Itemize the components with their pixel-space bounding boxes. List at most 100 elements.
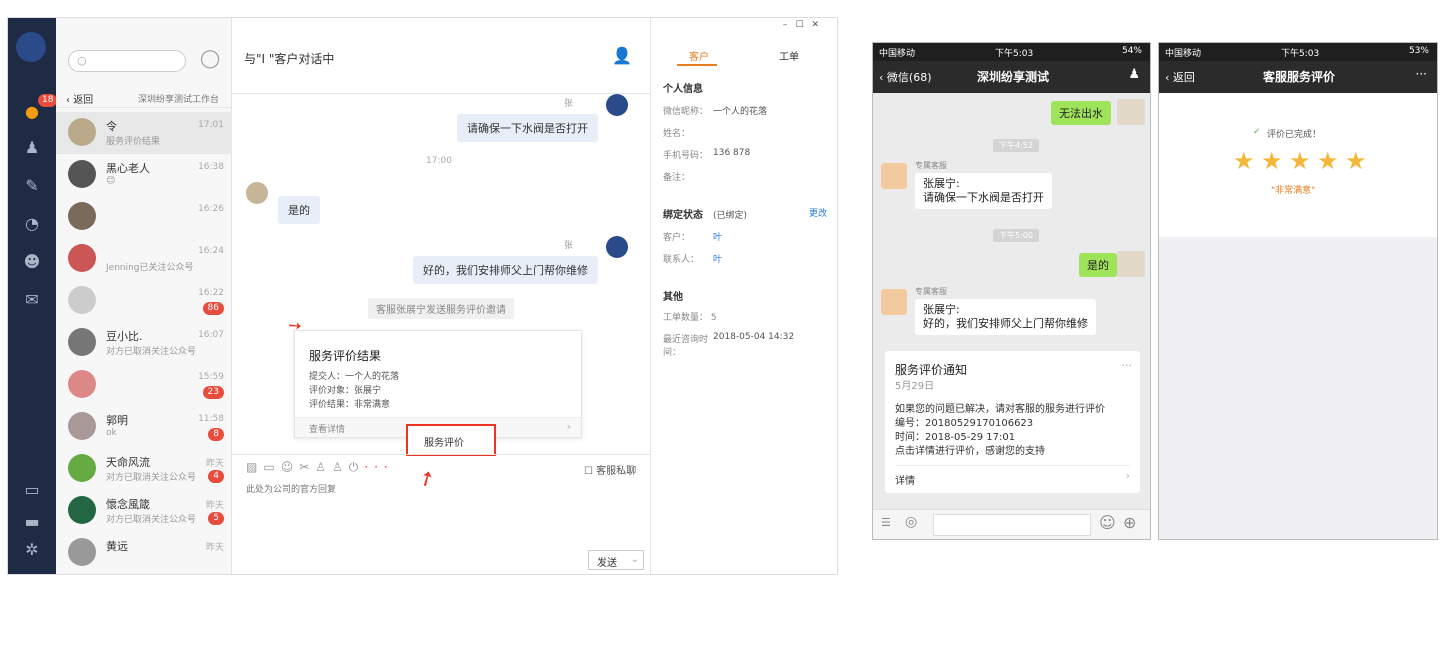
card-body: 如果您的问题已解决，请对客服的服务进行评价 编号：201805291701066…: [895, 403, 1105, 459]
conversation-time: 昨天: [205, 543, 224, 553]
conversation-item[interactable]: 黄远 昨天: [56, 532, 232, 574]
emoji-icon[interactable]: ☺: [1099, 513, 1116, 532]
more-icon[interactable]: ···: [1416, 67, 1427, 81]
settings-icon[interactable]: ✲: [22, 540, 42, 560]
close-button[interactable]: ✕: [811, 20, 827, 30]
chat-message: 是的: [1079, 253, 1117, 277]
evaluation-notice-card[interactable]: 服务评价通知 ··· 5月29日 如果您的问题已解决，请对客服的服务进行评价 编…: [885, 351, 1140, 493]
conversation-preview: 对方已取消关注公众号: [106, 515, 197, 525]
app-icon[interactable]: ☻: [22, 252, 42, 272]
red-arrow-annotation: ➚: [413, 463, 440, 493]
conversation-time: 15:59: [198, 372, 224, 382]
search-input[interactable]: ○: [68, 50, 186, 72]
profile-icon[interactable]: ♟: [1128, 67, 1140, 82]
conversation-item[interactable]: 郭明 ok 11:58 8: [56, 406, 232, 448]
card-result: 评价结果：非常满意: [309, 400, 391, 410]
back-label: 微信(68): [886, 71, 932, 84]
unread-count: 5: [208, 512, 224, 525]
card-line: 编号：20180529170106623: [895, 418, 1034, 429]
edit-icon[interactable]: ✎: [22, 176, 42, 196]
conversation-item[interactable]: 16:26: [56, 196, 232, 238]
conversation-name: 天命风流: [106, 456, 150, 469]
private-chat-toggle[interactable]: ☐ 客服私聊: [584, 462, 636, 477]
cut-icon[interactable]: ✂: [299, 460, 315, 474]
conversation-item[interactable]: Jenning已关注公众号 16:24: [56, 238, 232, 280]
chevron-down-icon: ⌄: [630, 554, 639, 565]
user-avatar[interactable]: [16, 32, 46, 62]
conversation-item[interactable]: 15:59 23: [56, 364, 232, 406]
avatar: [68, 202, 96, 230]
conversation-item[interactable]: 天命风流 对方已取消关注公众号 昨天 4: [56, 448, 232, 490]
avatar: [68, 412, 96, 440]
conversation-item[interactable]: 16:22 86: [56, 280, 232, 322]
conversation-time: 昨天: [205, 459, 224, 469]
message-input[interactable]: [933, 514, 1091, 536]
mail-icon[interactable]: ✉: [22, 290, 42, 310]
contacts-icon[interactable]: ♟: [22, 138, 42, 158]
conversation-time: 16:07: [198, 330, 224, 340]
back-button[interactable]: ‹ 微信(68): [879, 69, 932, 85]
nav-title: 深圳纷享测试: [977, 70, 1050, 84]
menu-icon[interactable]: ☰: [881, 516, 891, 529]
user-add-icon[interactable]: ♙: [332, 460, 349, 474]
card-line: 时间：2018-05-29 17:01: [895, 432, 1016, 443]
star-icon: ★: [1345, 147, 1367, 175]
window-icon[interactable]: ▭: [22, 480, 42, 500]
stats-icon[interactable]: ◔: [22, 214, 42, 234]
chat-message: 好的，我们安排师父上门帮你维修: [413, 256, 598, 284]
conversation-item[interactable]: 黑心老人 😊 16:38: [56, 154, 232, 196]
plus-icon[interactable]: ⊕: [1123, 513, 1136, 532]
image-icon[interactable]: ▨: [246, 460, 263, 474]
carrier: 中国移动: [1165, 49, 1202, 59]
ticket-count: 工单数量： 5: [663, 313, 717, 323]
wechat-value: 一个人的花落: [713, 107, 768, 117]
chat-panel: 与"I "客户对话中 👤 张 请确保一下水阀是否打开 17:00 是的 张 好的…: [232, 18, 650, 574]
change-link[interactable]: 更改: [809, 206, 827, 219]
unread-count: 8: [208, 428, 224, 441]
minimize-button[interactable]: –: [783, 20, 796, 30]
card-detail-link[interactable]: 详情: [895, 472, 915, 487]
avatar: [68, 454, 96, 482]
msg-sender: 张展宁:: [923, 303, 960, 316]
voice-icon[interactable]: ◎: [905, 514, 917, 530]
private-label: 客服私聊: [596, 466, 637, 477]
user-avatar: [1117, 99, 1145, 125]
customer-avatar: [246, 182, 268, 204]
user-icon[interactable]: ♙: [315, 460, 332, 474]
tab-ticket[interactable]: 工单: [779, 48, 799, 63]
file-icon[interactable]: ▭: [263, 460, 280, 474]
power-icon[interactable]: ⏻: [349, 460, 365, 474]
evaluation-result-card: 服务评价结果 提交人：一个人的花落 评价对象：张展宁 评价结果：非常满意 查看详…: [294, 330, 582, 438]
conversation-name: 令: [106, 120, 117, 133]
unread-count: 86: [202, 302, 224, 315]
more-icon[interactable]: ···: [364, 460, 393, 474]
customer-label: 客户：: [663, 233, 691, 243]
conversation-name: 懷念風箴: [106, 498, 150, 511]
conversation-time: 16:38: [198, 162, 224, 172]
conversation-item[interactable]: 豆小比. 对方已取消关注公众号 16:07: [56, 322, 232, 364]
reply-input[interactable]: 此处为公司的官方回复: [246, 482, 336, 495]
add-chat-icon[interactable]: ◯: [200, 48, 220, 69]
agent-name: 张: [564, 241, 574, 251]
nav-bar: ‹ 微信(68) 深圳纷享测试 ♟: [873, 61, 1150, 93]
conversation-item[interactable]: 令服务评价结果 17:01: [56, 112, 232, 154]
profile-icon[interactable]: 👤: [612, 46, 632, 65]
emoji-icon[interactable]: ☺: [281, 460, 300, 474]
tab-indicator: [677, 64, 717, 66]
conversation-item[interactable]: 懷念風箴 对方已取消关注公众号 昨天 5: [56, 490, 232, 532]
conversation-preview: 对方已取消关注公众号: [106, 473, 197, 483]
back-button[interactable]: ‹ 返回: [1165, 69, 1195, 85]
monitor-icon[interactable]: ▬: [22, 512, 42, 532]
maximize-button[interactable]: ☐: [795, 20, 811, 30]
chat-message: 是的: [278, 196, 320, 224]
service-evaluation-popup[interactable]: 服务评价: [406, 424, 496, 456]
back-button[interactable]: ‹ 返回: [66, 91, 93, 106]
send-button[interactable]: 发送 ⌄: [588, 550, 644, 570]
contact-value[interactable]: 叶: [713, 252, 722, 265]
conversation-preview: Jenning已关注公众号: [106, 263, 194, 273]
more-icon[interactable]: ···: [1122, 359, 1133, 372]
avatar: [68, 496, 96, 524]
tab-customer[interactable]: 客户: [689, 48, 709, 63]
customer-value[interactable]: 叶: [713, 230, 722, 243]
avatar: [68, 328, 96, 356]
